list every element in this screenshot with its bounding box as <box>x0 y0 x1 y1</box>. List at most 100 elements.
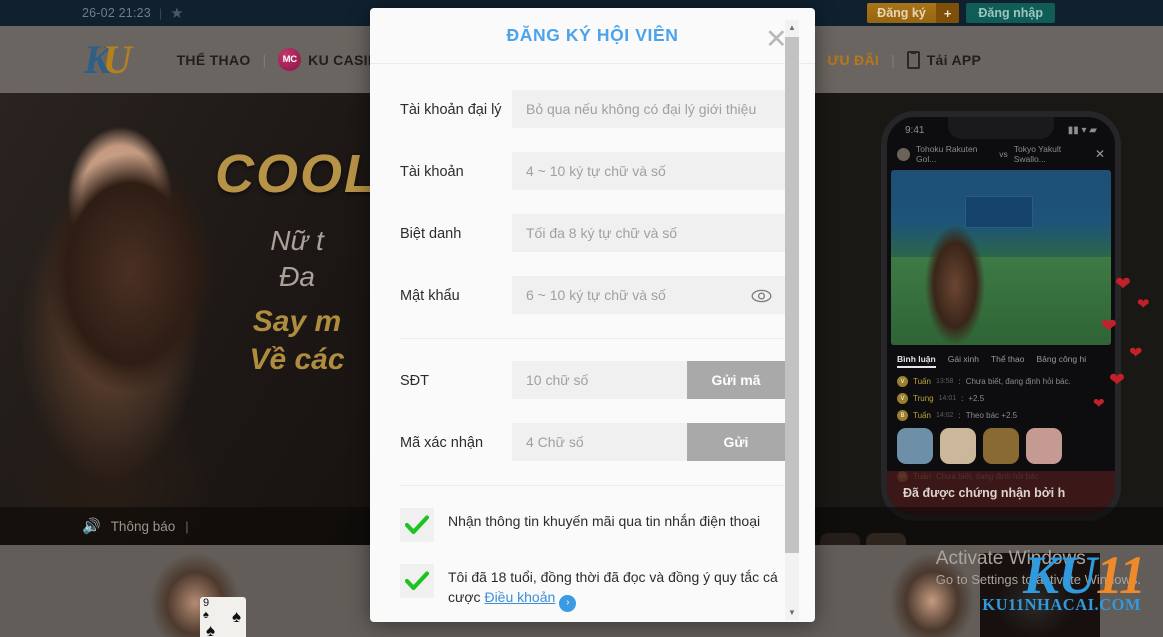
topbar-divider: | <box>158 6 163 20</box>
plus-icon: + <box>935 3 960 23</box>
heart-icon: ❤ <box>1101 316 1117 337</box>
field-row-password: Mật khẩu <box>400 276 785 314</box>
field-row-nickname: Biệt danh <box>400 214 785 252</box>
nav-item-label: THỂ THAO <box>176 51 251 68</box>
card-rank: 9 ♠ <box>203 597 210 621</box>
scrollbar-thumb[interactable] <box>785 37 799 553</box>
hero-model-hair <box>25 123 235 423</box>
login-button-label: Đăng nhập <box>978 6 1043 20</box>
comment-avatar: V <box>897 376 908 387</box>
comment-avatar: V <box>897 393 908 404</box>
stream-title: Tohoku Rakuten Gol... <box>916 144 978 164</box>
phone-tab-binh-luan[interactable]: Bình luận <box>897 354 936 368</box>
comment-time: 13:58 <box>935 378 954 385</box>
hero-text-block: COOL Nữ t Đa Say m Về các <box>215 143 379 377</box>
nickname-input[interactable] <box>512 214 785 252</box>
send-code-button[interactable]: Gửi mã <box>687 361 785 399</box>
phone-tab-bang-cong[interactable]: Bảng công hi <box>1036 354 1086 368</box>
speaker-icon[interactable]: 🔊 <box>82 517 101 535</box>
hero-line-3: Đa <box>279 261 315 292</box>
comment-row: B Tuấn 14:02 : Theo bác +2.5 <box>887 407 1115 424</box>
star-icon[interactable]: ★ <box>170 6 183 21</box>
heart-animations: ❤ ❤ ❤ ❤ ❤ ❤ <box>1085 273 1155 443</box>
hero-headline: COOL <box>215 144 379 204</box>
eye-icon[interactable] <box>751 285 772 306</box>
comment-row: V Trung 14:01 : +2.5 <box>887 390 1115 407</box>
modal-scrollbar[interactable]: ▲ ▼ <box>785 20 799 620</box>
hero-line-4: Say m <box>252 305 342 338</box>
modal-header: ĐĂNG KÝ HỘI VIÊN ✕ <box>370 8 815 64</box>
register-button-label: Đăng ký <box>877 6 926 20</box>
verification-code-input[interactable] <box>512 423 687 461</box>
terms-label: Tôi đã 18 tuổi, đồng thời đã đọc và đồng… <box>448 564 785 613</box>
field-label: Tài khoản <box>400 164 464 180</box>
register-button[interactable]: Đăng ký + <box>867 3 960 23</box>
promo-icon-2[interactable] <box>940 428 976 464</box>
registration-modal: ĐĂNG KÝ HỘI VIÊN ✕ Tài khoản đại lý Tài … <box>370 8 815 622</box>
terms-link[interactable]: Điều khoản <box>484 589 555 605</box>
password-input[interactable] <box>512 276 785 314</box>
baseball-field <box>891 257 1111 345</box>
current-time: 26-02 21:23 <box>82 6 151 20</box>
comment-text: +2.5 <box>968 394 985 403</box>
section-divider <box>400 338 785 339</box>
certified-text: Đã được chứng nhận bởi h <box>903 486 1066 500</box>
site-logo[interactable]: K U <box>84 36 132 83</box>
phone-promo-icons <box>887 424 1115 468</box>
scroll-up-arrow-icon[interactable]: ▲ <box>785 20 799 35</box>
notice-label: Thông báo <box>110 518 176 534</box>
phone-icon <box>906 50 920 69</box>
login-button[interactable]: Đăng nhập <box>966 3 1055 23</box>
modal-body: Tài khoản đại lý Tài khoản Biệt danh Mật… <box>370 64 815 613</box>
promo-icon-4[interactable] <box>1026 428 1062 464</box>
phone-stream-header: Tohoku Rakuten Gol... vs Tokyo Yakult Sw… <box>887 136 1115 170</box>
field-row-phone: SĐT Gửi mã <box>400 361 785 399</box>
field-row-verification-code: Mã xác nhận Gửi <box>400 423 785 461</box>
send-button[interactable]: Gửi <box>687 423 785 461</box>
field-row-account: Tài khoản <box>400 152 785 190</box>
terms-checkbox[interactable] <box>400 564 434 598</box>
field-label: Tài khoản đại lý <box>400 102 502 118</box>
chevron-right-icon[interactable]: › <box>559 595 577 613</box>
mc-badge-icon: MC <box>278 48 302 71</box>
account-input[interactable] <box>512 152 785 190</box>
field-label: Mật khẩu <box>400 288 460 304</box>
promo-icon-1[interactable] <box>897 428 933 464</box>
signal-wifi-battery-icon: ▮▮ ▾ ▰ <box>1067 125 1097 136</box>
checkbox-row-promotions[interactable]: Nhận thông tin khuyến mãi qua tin nhắn đ… <box>400 508 785 542</box>
notice-divider: | <box>185 518 189 534</box>
heart-icon: ❤ <box>1129 345 1143 362</box>
heart-icon: ❤ <box>1093 395 1105 411</box>
comment-colon: : <box>961 394 964 403</box>
phone-tab-gai-xinh[interactable]: Gái xinh <box>948 354 979 368</box>
nav-item-the-thao[interactable]: THỂ THAO <box>165 52 263 68</box>
phone-tab-the-thao[interactable]: Thể thao <box>991 354 1025 368</box>
hero-line-2: Nữ t <box>270 225 324 256</box>
ku11-domain-watermark: KU11NHACAI.COM <box>982 595 1141 614</box>
promotions-checkbox[interactable] <box>400 508 434 542</box>
nav-item-uu-dai[interactable]: ƯU ĐÃI <box>816 52 892 68</box>
heart-icon: ❤ <box>1137 296 1150 313</box>
card-suit: ♠ <box>231 607 241 626</box>
comment-time: 14:02 <box>935 412 954 419</box>
promo-icon-3[interactable] <box>983 428 1019 464</box>
phone-notch <box>948 117 1054 139</box>
playing-card-icon: 9 ♠ ♠ ♠ <box>200 597 246 637</box>
scroll-down-arrow-icon[interactable]: ▼ <box>785 605 799 620</box>
nav-item-tai-app[interactable]: Tải APP <box>895 50 993 69</box>
heart-icon: ❤ <box>1109 370 1125 391</box>
close-icon[interactable]: ✕ <box>1095 147 1105 161</box>
phone-input[interactable] <box>512 361 687 399</box>
stream-host-image <box>925 225 985 345</box>
hero-line-5: Về các <box>249 343 345 376</box>
avatar <box>897 147 910 161</box>
comment-colon: : <box>958 377 961 386</box>
phone-tabs: Bình luận Gái xinh Thể thao Bảng công hi <box>887 345 1115 373</box>
checkbox-row-terms[interactable]: Tôi đã 18 tuổi, đồng thời đã đọc và đồng… <box>400 564 785 613</box>
comment-time: 14:01 <box>938 395 957 402</box>
comment-author: Trung <box>913 394 934 403</box>
comment-colon: : <box>958 411 961 420</box>
agent-account-input[interactable] <box>512 90 785 128</box>
section-divider <box>400 485 785 486</box>
heart-icon: ❤ <box>1115 274 1131 295</box>
